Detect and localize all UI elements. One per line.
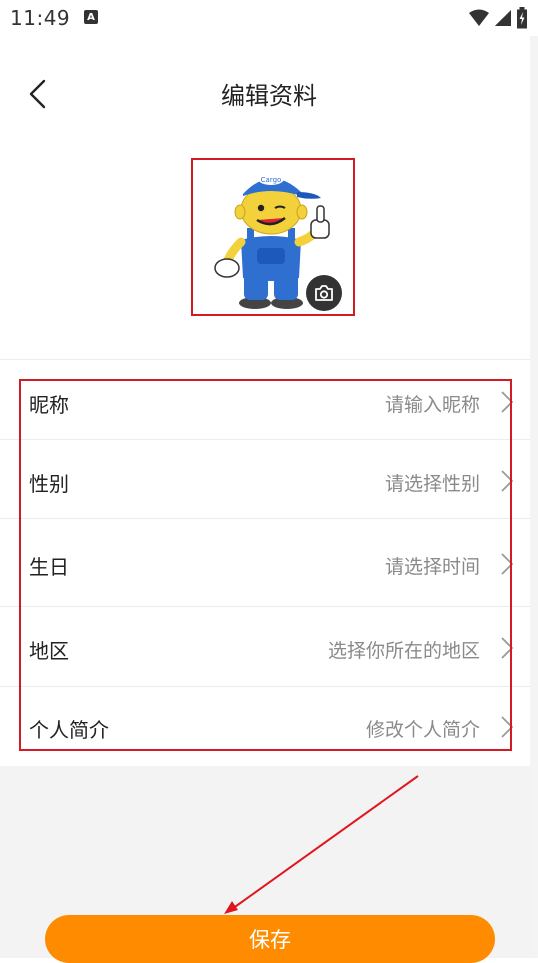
page-title: 编辑资料 (221, 82, 317, 110)
profile-form: 昵称 请输入昵称 性别 请选择性别 生日 请选择时间 地区 选择你所在的地区 个… (0, 360, 530, 766)
chevron-right-icon (501, 470, 514, 492)
status-icons (468, 7, 528, 29)
save-button[interactable]: 保存 (45, 915, 495, 963)
cap-text: Cargo (261, 176, 282, 184)
cell-signal-icon (495, 10, 511, 26)
chevron-right-icon (501, 637, 514, 659)
camera-icon (315, 285, 333, 301)
row-birthday[interactable]: 生日 请选择时间 (0, 519, 530, 607)
row-region[interactable]: 地区 选择你所在的地区 (0, 607, 530, 687)
chevron-right-icon (501, 553, 514, 575)
a-notification-icon: A (84, 10, 98, 24)
change-avatar-button[interactable] (306, 275, 342, 311)
wifi-icon (469, 9, 489, 26)
gender-select[interactable]: 请选择性别 (385, 469, 480, 496)
region-select[interactable]: 选择你所在的地区 (328, 636, 480, 663)
status-time: 11:49 (10, 6, 71, 30)
birthday-select[interactable]: 请选择时间 (385, 552, 480, 579)
scrollbar-track (530, 36, 538, 958)
nickname-input[interactable]: 请输入昵称 (385, 390, 480, 417)
row-bio[interactable]: 个人简介 修改个人简介 (0, 687, 530, 766)
status-bar: 11:49 A (0, 0, 538, 36)
row-gender[interactable]: 性别 请选择性别 (0, 440, 530, 519)
header: 编辑资料 (0, 36, 538, 152)
bio-input[interactable]: 修改个人简介 (366, 715, 480, 742)
row-label: 性别 (29, 472, 69, 496)
row-label: 生日 (29, 555, 69, 579)
battery-charging-icon (517, 7, 527, 29)
row-label: 个人简介 (29, 718, 109, 742)
avatar-upload[interactable]: Cargo (191, 158, 355, 316)
chevron-right-icon (501, 716, 514, 738)
row-label: 地区 (29, 639, 69, 663)
chevron-right-icon (501, 391, 514, 413)
row-label: 昵称 (29, 393, 69, 417)
row-nickname[interactable]: 昵称 请输入昵称 (0, 360, 530, 440)
